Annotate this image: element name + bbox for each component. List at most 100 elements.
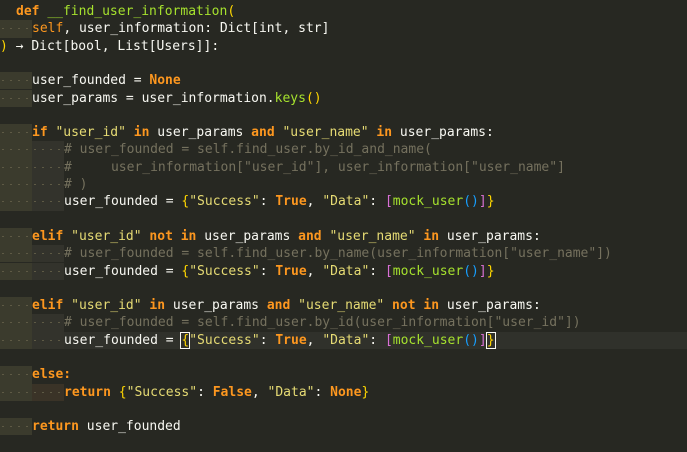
indent-guide (0, 297, 32, 315)
operator: = (157, 263, 182, 279)
keyword-else: else: (32, 367, 72, 383)
variable: user_founded (64, 263, 158, 279)
punct: : (369, 194, 385, 210)
variable: user_params: (439, 298, 541, 314)
variable: user_params (149, 125, 244, 141)
operator: = (157, 194, 182, 210)
code-line: ) → Dict[bool, List[Users]]: (0, 38, 687, 55)
code-line: # user_founded = self.find_user.by_id(us… (0, 314, 687, 332)
true-literal: True (275, 194, 307, 210)
punct: : (259, 332, 276, 348)
code-line: # user_information["user_id"], user_info… (0, 158, 687, 176)
code-line: self, user_information: Dict[int, str] (0, 20, 687, 38)
comment: # user_information["user_id"], user_info… (64, 159, 565, 175)
string: "user_name" (321, 228, 416, 244)
code-line: # ) (0, 176, 687, 194)
keyword-in: in (415, 228, 440, 244)
keyword-and: and (290, 228, 322, 244)
punct: , (251, 384, 268, 400)
punct: : (259, 263, 276, 279)
keyword-in: in (125, 125, 150, 141)
keyword-in: in (141, 298, 166, 314)
object: user_information. (141, 90, 275, 106)
variable: user_params: (439, 228, 541, 244)
punct: , (306, 194, 323, 210)
variable: user_params: (392, 125, 494, 141)
comment: # user_founded = self.find_user.by_id_an… (64, 142, 432, 158)
indent-guide (0, 366, 32, 384)
open-brace: { (110, 384, 127, 400)
punct: , (306, 332, 323, 348)
keyword-in: in (415, 298, 440, 314)
operator: = (157, 332, 182, 348)
indent-guide (0, 158, 32, 176)
true-literal: True (275, 263, 307, 279)
string: "user_name" (290, 298, 385, 314)
variable: user_params (165, 298, 259, 314)
close-brace: } (486, 194, 495, 210)
close-brace: } (486, 263, 495, 279)
code-line: def __find_user_information( (0, 3, 687, 20)
indent-guide (0, 245, 32, 263)
code-line-current: user_founded = {"Success": True, "Data":… (0, 331, 687, 349)
keyword-and: and (259, 298, 291, 314)
variable: user_params (32, 90, 119, 106)
string: "user_id" (63, 298, 142, 314)
indent-guide (32, 262, 64, 280)
variable: user_founded (78, 419, 181, 435)
string: "user_name" (274, 125, 369, 141)
keyword-def: def (16, 4, 40, 19)
false-literal: False (212, 384, 252, 400)
indent-guide (0, 193, 32, 211)
string: "Success" (189, 263, 260, 279)
return-type: Dict[bool, List[Users]]: (31, 38, 220, 54)
keyword-not: not (141, 228, 173, 244)
code-line: # user_founded = self.find_user.by_name(… (0, 245, 687, 263)
punct: : (259, 194, 276, 210)
string: "Data" (322, 263, 370, 279)
indent-guide (32, 176, 64, 194)
keyword-if: if (32, 125, 48, 141)
indent-guide (32, 141, 64, 159)
code-line: # user_founded = self.find_user.by_id_an… (0, 141, 687, 159)
open-bracket: [ (384, 263, 393, 279)
code-line: elif "user_id" not in user_params and "u… (0, 227, 687, 246)
call-parens: () (463, 194, 479, 210)
variable: user_founded (64, 194, 158, 210)
indent-guide (32, 383, 64, 401)
code-editor[interactable]: def __find_user_information( self, user_… (0, 0, 687, 452)
keyword-and: and (243, 125, 275, 141)
indent-guide (32, 245, 64, 263)
string: "Data" (322, 194, 370, 210)
punct: : (369, 332, 385, 348)
indent-guide (32, 314, 64, 332)
indent-guide (0, 418, 32, 436)
comment: # user_founded = self.find_user.by_name(… (64, 246, 612, 262)
punct: : (314, 384, 331, 400)
code-line: if "user_id" in user_params and "user_na… (0, 124, 687, 142)
string: "Data" (267, 384, 315, 400)
none-literal: None (149, 73, 181, 89)
param-text: , user_information: Dict[int, str] (63, 21, 330, 37)
code-line: user_founded = {"Success": True, "Data":… (0, 262, 687, 280)
punct: : (369, 263, 385, 279)
string: "Success" (189, 194, 260, 210)
open-bracket: [ (384, 194, 393, 210)
function-call: mock_user (392, 332, 464, 348)
open-bracket: [ (384, 332, 393, 348)
close-bracket: ] (478, 332, 487, 348)
string: "Data" (322, 332, 370, 348)
indent-guide (32, 331, 64, 349)
indent-guide (32, 193, 64, 211)
string: "Success" (126, 384, 198, 400)
code-line: else: (0, 366, 687, 384)
indent-guide (0, 176, 32, 194)
self-param: self (32, 21, 64, 37)
none-literal: None (330, 384, 362, 400)
indent-guide (0, 141, 32, 159)
indent-guide (0, 314, 32, 332)
close-bracket: ] (478, 194, 487, 210)
code-line: user_founded = {"Success": True, "Data":… (0, 193, 687, 211)
arrow: → (7, 38, 32, 54)
indent-guide (0, 72, 32, 90)
